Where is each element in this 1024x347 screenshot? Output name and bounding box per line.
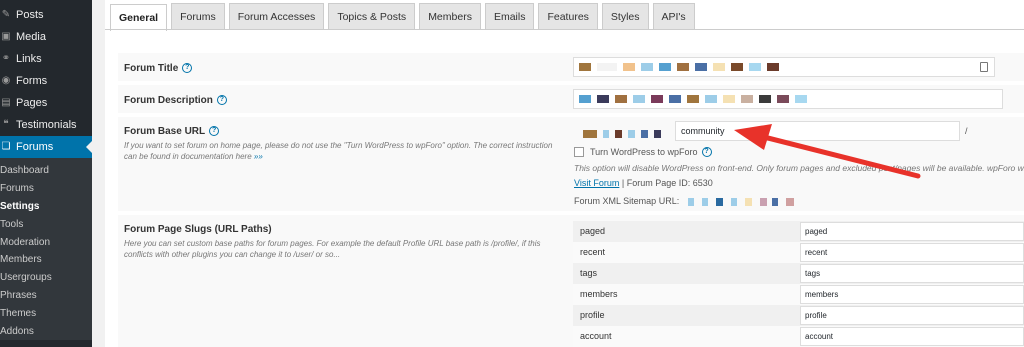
arrow-shaft (757, 133, 921, 179)
arrow-head (734, 124, 772, 150)
red-arrow-annotation (734, 124, 921, 179)
